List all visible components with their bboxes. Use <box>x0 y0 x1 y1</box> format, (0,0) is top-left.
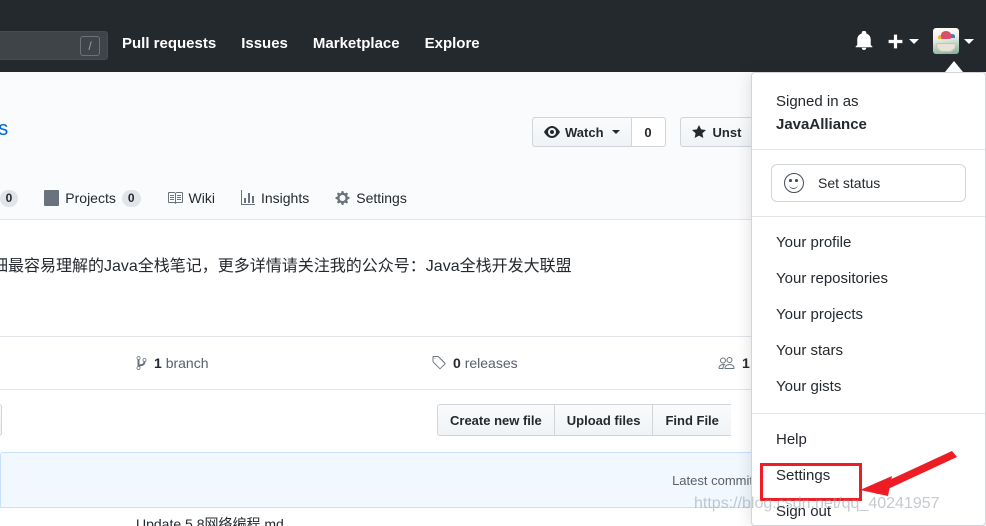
stat-label: branch <box>165 355 209 371</box>
set-status-label: Set status <box>818 175 881 191</box>
global-nav-links: Pull requests Issues Marketplace Explore <box>122 33 480 55</box>
menu-item-settings[interactable]: Settings <box>752 458 985 494</box>
github-repository-page: / Pull requests Issues Marketplace Explo… <box>0 0 986 526</box>
stat-branches[interactable]: 1 branch <box>136 355 209 371</box>
stat-value: 0 <box>453 355 461 371</box>
chevron-down-icon <box>909 38 919 44</box>
tab-count: 0 <box>121 189 141 207</box>
dropdown-caret-icon <box>945 61 963 72</box>
eye-icon <box>544 126 560 138</box>
gear-icon <box>335 191 350 205</box>
user-menu-primary-list: Your profile Your repositories Your proj… <box>752 217 985 413</box>
global-header: / Pull requests Issues Marketplace Explo… <box>0 0 986 72</box>
search-shortcut-badge: / <box>80 35 100 56</box>
nav-link-explore[interactable]: Explore <box>425 33 480 55</box>
nav-link-issues[interactable]: Issues <box>241 33 288 55</box>
stat-label: releases <box>464 355 518 371</box>
branch-icon <box>136 356 147 370</box>
tab-label: Insights <box>260 190 310 206</box>
stat-releases[interactable]: 0 releases <box>431 355 518 371</box>
set-status-button[interactable]: Set status <box>771 164 966 202</box>
tab-pull-requests[interactable]: ull requests 0 <box>0 180 19 216</box>
tab-count: 0 <box>0 189 19 207</box>
star-icon <box>691 125 706 138</box>
file-action-buttons: Create new file Upload files Find File <box>437 404 731 436</box>
watch-button-group: Watch 0 <box>532 117 666 147</box>
commit-message[interactable]: Update 5.8网络编程.md <box>136 514 284 526</box>
nav-link-marketplace[interactable]: Marketplace <box>313 33 400 55</box>
tab-settings[interactable]: Settings <box>335 180 407 216</box>
repository-actions: Watch 0 Unst <box>532 117 754 147</box>
signed-in-block: Signed in as JavaAlliance <box>752 73 985 149</box>
book-icon <box>167 192 183 204</box>
people-icon <box>718 357 735 369</box>
repository-tabs: ull requests 0 Projects 0 Wiki <box>0 180 407 216</box>
menu-item-your-stars[interactable]: Your stars <box>752 333 985 369</box>
latest-commit-label: Latest commit <box>672 473 753 488</box>
unstar-button[interactable]: Unst <box>679 117 754 147</box>
nav-link-pull-requests[interactable]: Pull requests <box>122 33 216 55</box>
watch-label: Watch <box>565 124 604 140</box>
project-board-icon <box>44 190 60 206</box>
tag-icon <box>432 356 446 370</box>
tab-wiki[interactable]: Wiki <box>167 180 215 216</box>
menu-item-your-repositories[interactable]: Your repositories <box>752 261 985 297</box>
find-file-button[interactable]: Find File <box>652 404 731 436</box>
signed-in-as-label: Signed in as <box>776 93 859 110</box>
repository-description: 详细最容易理解的Java全栈笔记，更多详情请关注我的公众号：Java全栈开发大联… <box>0 258 572 275</box>
chevron-down-icon <box>964 38 974 44</box>
upload-files-button[interactable]: Upload files <box>553 404 653 436</box>
stat-value: 1 <box>742 355 750 371</box>
menu-item-your-profile[interactable]: Your profile <box>752 225 985 261</box>
global-header-actions <box>855 28 974 54</box>
menu-item-your-gists[interactable]: Your gists <box>752 369 985 405</box>
branch-selector[interactable] <box>0 404 2 436</box>
user-menu-secondary-list: Help Settings Sign out <box>752 414 985 526</box>
smiley-icon <box>784 173 804 193</box>
menu-item-help[interactable]: Help <box>752 422 985 458</box>
search-input[interactable]: / <box>0 31 108 60</box>
create-new-file-button[interactable]: Create new file <box>437 404 554 436</box>
watch-button[interactable]: Watch <box>532 117 632 147</box>
menu-item-sign-out[interactable]: Sign out <box>752 494 985 526</box>
signed-in-username: JavaAlliance <box>776 116 867 133</box>
tab-label: Settings <box>356 190 407 206</box>
set-status-wrapper: Set status <box>752 150 985 216</box>
menu-item-your-projects[interactable]: Your projects <box>752 297 985 333</box>
page-title[interactable]: Notes <box>0 118 8 141</box>
tab-insights[interactable]: Insights <box>240 180 310 216</box>
stat-contributors[interactable]: 1 <box>718 355 750 371</box>
graph-icon <box>240 190 255 205</box>
plus-icon <box>888 34 903 48</box>
unstar-label: Unst <box>712 124 742 140</box>
user-menu-button[interactable] <box>933 28 974 54</box>
tab-projects[interactable]: Projects 0 <box>44 180 141 216</box>
avatar <box>933 28 959 54</box>
tab-label: Wiki <box>188 190 215 206</box>
create-new-button[interactable] <box>887 33 919 50</box>
tab-label: Projects <box>65 190 116 206</box>
watch-count: 0 <box>631 117 666 147</box>
chevron-down-icon <box>611 130 620 134</box>
stat-value: 1 <box>154 355 162 371</box>
notifications-bell-icon[interactable] <box>855 30 873 51</box>
user-dropdown-menu: Signed in as JavaAlliance Set status You… <box>751 72 986 526</box>
